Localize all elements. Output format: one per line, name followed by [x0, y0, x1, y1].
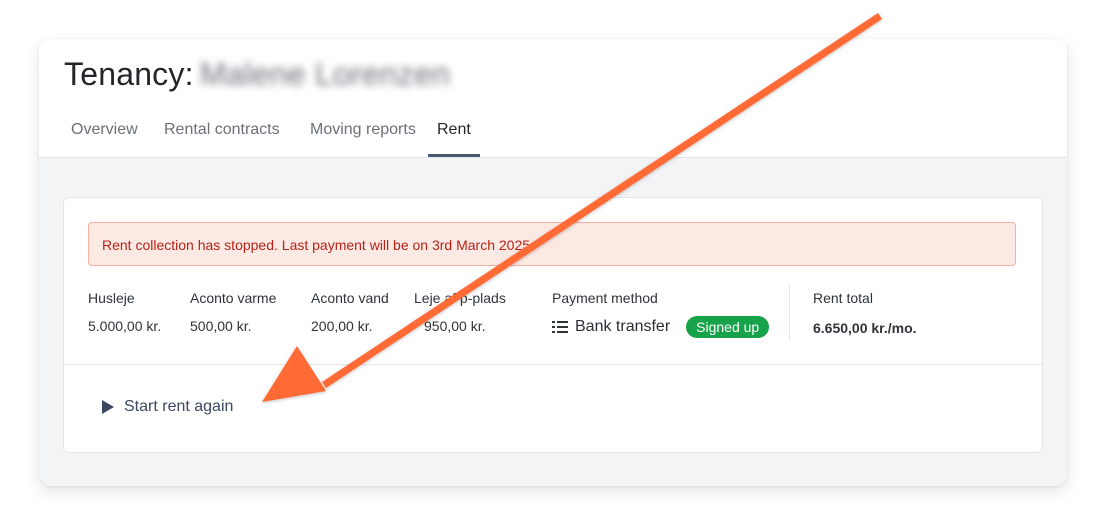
tab-rental-contracts[interactable]: Rental contracts: [164, 121, 280, 155]
list-icon: [552, 321, 568, 333]
page-title: Tenancy: Malene Lorenzen: [64, 56, 450, 93]
rent-stopped-alert: Rent collection has stopped. Last paymen…: [88, 222, 1016, 266]
rent-item-husleje: Husleje 5.000,00 kr.: [88, 290, 161, 334]
rent-total: Rent total 6.650,00 kr./mo.: [813, 290, 917, 336]
rent-item-p-plads: Leje af p-plads 950,00 kr.: [414, 290, 506, 334]
tenancy-header: Tenancy: Malene Lorenzen Overview Rental …: [39, 39, 1067, 158]
status-badge: Signed up: [686, 316, 770, 338]
payment-method-value: Bank transfer: [575, 318, 671, 335]
column-divider: [789, 285, 790, 341]
rent-item-label: Leje af p-plads: [414, 290, 506, 306]
rent-item-value: 200,00 kr.: [311, 318, 373, 334]
tab-overview[interactable]: Overview: [71, 121, 138, 155]
rent-item-label: Aconto varme: [190, 290, 277, 306]
rent-panel: Rent collection has stopped. Last paymen…: [63, 197, 1043, 453]
rent-total-label: Rent total: [813, 290, 873, 306]
page-title-prefix: Tenancy:: [64, 56, 194, 92]
rent-item-value: 950,00 kr.: [424, 318, 486, 334]
tenant-name: Malene Lorenzen: [199, 56, 450, 92]
start-rent-again-label: Start rent again: [124, 398, 234, 415]
rent-total-value: 6.650,00 kr./mo.: [813, 320, 917, 336]
tenancy-card: Tenancy: Malene Lorenzen Overview Rental …: [39, 39, 1067, 486]
rent-item-label: Husleje: [88, 290, 135, 306]
payment-method-label: Payment method: [552, 290, 658, 306]
tab-moving-reports[interactable]: Moving reports: [310, 121, 416, 155]
rent-item-aconto-vand: Aconto vand 200,00 kr.: [311, 290, 389, 334]
start-rent-again-button[interactable]: Start rent again: [102, 398, 233, 416]
rent-item-label: Aconto vand: [311, 290, 389, 306]
rent-item-value: 500,00 kr.: [190, 318, 252, 334]
section-divider: [64, 364, 1042, 365]
rent-item-value: 5.000,00 kr.: [88, 318, 162, 334]
play-icon: [102, 400, 114, 414]
rent-item-aconto-varme: Aconto varme 500,00 kr.: [190, 290, 276, 334]
rent-content: Rent collection has stopped. Last paymen…: [39, 158, 1067, 486]
tab-rent[interactable]: Rent: [428, 121, 480, 157]
payment-method: Payment method Bank transfer Signed up: [552, 290, 770, 338]
